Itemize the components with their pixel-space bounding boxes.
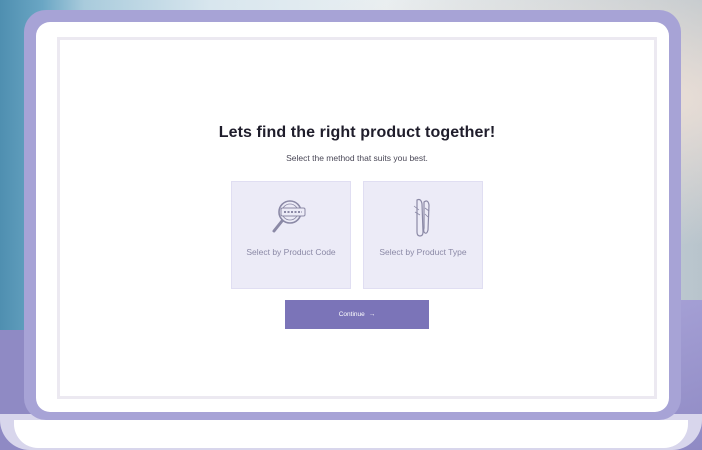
laptop-base-inner <box>14 420 688 448</box>
method-options: Select by Product Code Select by Product… <box>231 181 483 289</box>
product-finder: Lets find the right product together! Se… <box>60 40 654 396</box>
arrow-right-icon: → <box>368 311 376 318</box>
laptop-screen: Lets find the right product together! Se… <box>57 37 657 399</box>
page-subtitle: Select the method that suits you best. <box>286 153 428 163</box>
option-product-code-label: Select by Product Code <box>246 247 336 257</box>
page-title: Lets find the right product together! <box>218 124 496 141</box>
magnifier-code-icon <box>268 196 314 238</box>
option-product-type[interactable]: Select by Product Type <box>363 181 483 289</box>
option-product-code[interactable]: Select by Product Code <box>231 181 351 289</box>
continue-label: Continue <box>338 311 365 318</box>
continue-button[interactable]: Continue → <box>285 300 429 329</box>
nail-products-icon <box>403 196 443 238</box>
option-product-type-label: Select by Product Type <box>379 247 467 257</box>
